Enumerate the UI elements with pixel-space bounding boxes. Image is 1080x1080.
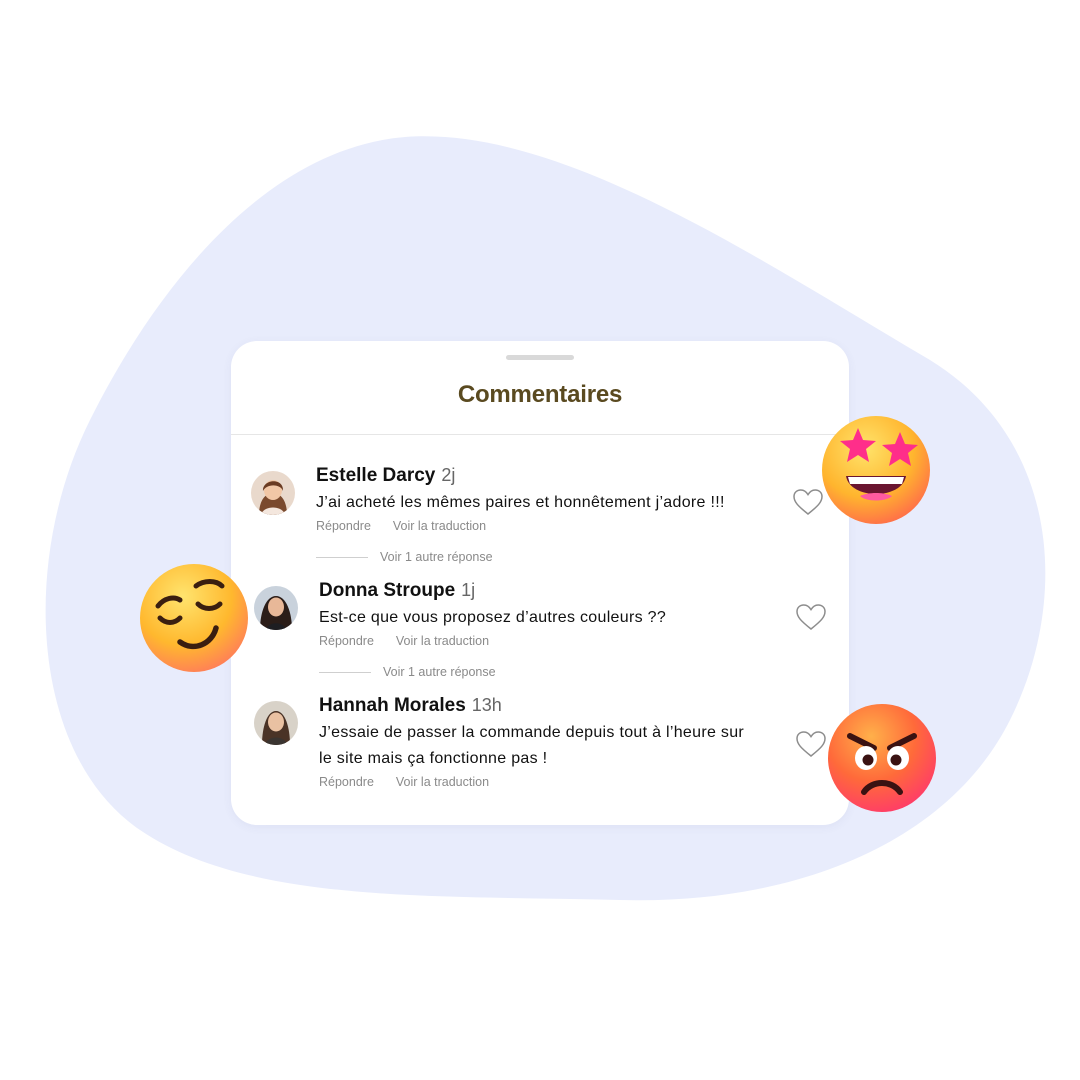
avatar[interactable] — [251, 471, 295, 515]
view-replies-label[interactable]: Voir 1 autre réponse — [380, 550, 493, 564]
star-struck-emoji — [822, 416, 930, 524]
commenter-name[interactable]: Hannah Morales — [319, 695, 466, 716]
comment-time: 1j — [461, 580, 476, 600]
reply-button[interactable]: Répondre — [319, 775, 374, 789]
comment-text: J’ai acheté les mêmes paires et honnêtem… — [316, 494, 725, 511]
avatar-icon — [254, 586, 298, 630]
comment-time: 13h — [471, 695, 502, 715]
comment-time: 2j — [441, 465, 456, 485]
commenter-name[interactable]: Donna Stroupe — [319, 580, 455, 601]
avatar[interactable] — [254, 701, 298, 745]
avatar-icon — [251, 471, 295, 515]
commenter-name[interactable]: Estelle Darcy — [316, 465, 435, 486]
reply-button[interactable]: Répondre — [316, 519, 371, 533]
see-translation-link[interactable]: Voir la traduction — [393, 519, 486, 533]
heart-icon[interactable] — [795, 729, 827, 759]
avatar[interactable] — [254, 586, 298, 630]
heart-icon[interactable] — [795, 602, 827, 632]
comment-text: J’essaie de passer la commande depuis to… — [319, 724, 745, 767]
avatar-icon — [254, 701, 298, 745]
comments-panel: Commentaires Estelle Darcy 2j J’ai acheté… — [231, 341, 849, 825]
view-replies[interactable]: Voir 1 autre réponse — [316, 550, 776, 564]
panel-title: Commentaires — [457, 381, 623, 408]
see-translation-link[interactable]: Voir la traduction — [396, 634, 489, 648]
comment-text: Est-ce que vous proposez d’autres couleu… — [319, 609, 667, 626]
view-replies-label[interactable]: Voir 1 autre réponse — [383, 665, 496, 679]
reply-button[interactable]: Répondre — [319, 634, 374, 648]
view-replies[interactable]: Voir 1 autre réponse — [319, 665, 779, 679]
relieved-emoji — [140, 564, 248, 672]
see-translation-link[interactable]: Voir la traduction — [396, 775, 489, 789]
replies-dash — [319, 671, 371, 673]
divider — [231, 434, 849, 435]
replies-dash — [316, 556, 368, 558]
angry-emoji — [828, 704, 936, 812]
drag-handle[interactable] — [506, 355, 574, 360]
